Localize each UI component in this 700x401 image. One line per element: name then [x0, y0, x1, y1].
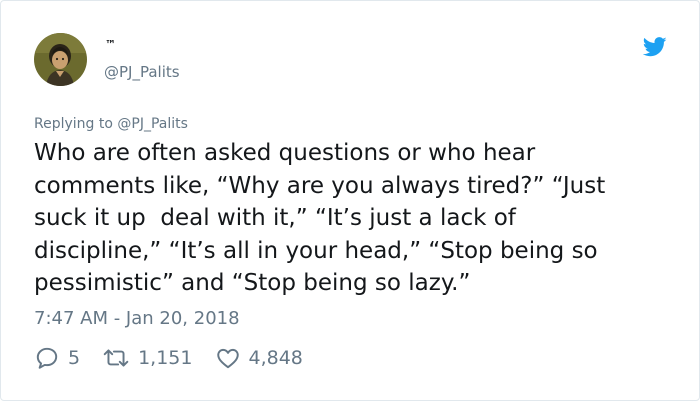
replying-to-handle-link[interactable]: @PJ_Palits — [117, 116, 188, 132]
reply-bubble-icon — [36, 347, 58, 369]
like-button[interactable]: 4,848 — [215, 345, 303, 371]
tweet-card: ™ @PJ_Palits Replying to @PJ_Palits Who … — [0, 0, 700, 401]
replying-to: Replying to @PJ_Palits — [34, 116, 188, 132]
avatar-portrait-image — [34, 33, 87, 86]
twitter-bird-icon[interactable] — [642, 36, 667, 58]
reply-count: 5 — [68, 347, 81, 369]
retweet-button[interactable]: 1,151 — [102, 345, 193, 371]
avatar[interactable] — [34, 33, 87, 86]
tweet-timestamp[interactable]: 7:47 AM - Jan 20, 2018 — [34, 308, 240, 329]
user-handle[interactable]: @PJ_Palits — [104, 63, 180, 81]
like-count: 4,848 — [248, 347, 303, 369]
heart-icon — [216, 348, 239, 369]
tweet-text: Who are often asked questions or who hea… — [34, 140, 606, 296]
retweet-count: 1,151 — [138, 347, 193, 369]
display-name[interactable]: ™ — [105, 38, 117, 51]
reply-button[interactable]: 5 — [34, 345, 80, 371]
retweet-icon — [103, 349, 129, 367]
replying-prefix: Replying to — [34, 116, 118, 132]
tweet-actions: 5 1,151 4,848 — [34, 344, 303, 372]
